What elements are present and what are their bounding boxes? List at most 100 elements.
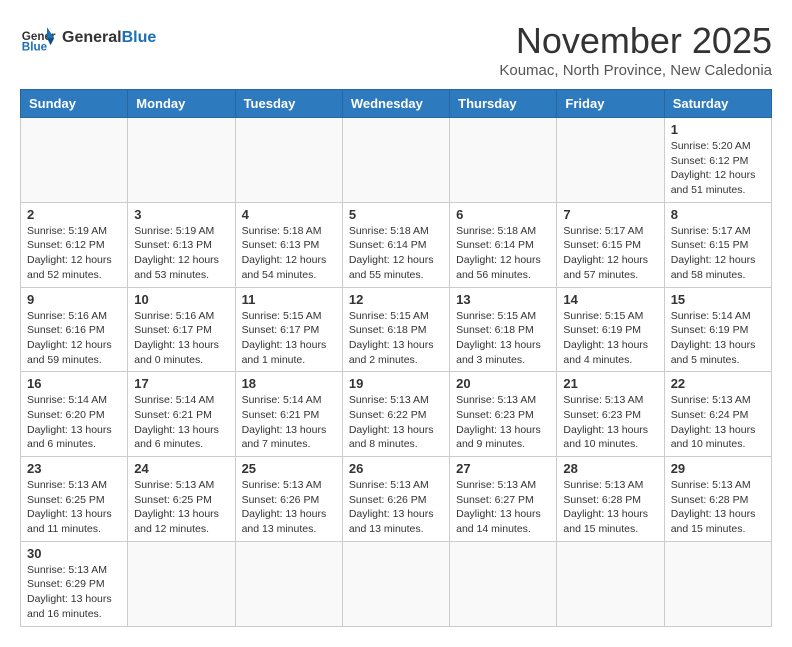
logo: General Blue GeneralBlue bbox=[20, 20, 156, 56]
day-number: 22 bbox=[671, 376, 765, 391]
day-number: 16 bbox=[27, 376, 121, 391]
calendar-cell: 13Sunrise: 5:15 AM Sunset: 6:18 PM Dayli… bbox=[450, 287, 557, 372]
weekday-header: Monday bbox=[128, 90, 235, 118]
day-number: 28 bbox=[563, 461, 657, 476]
calendar-cell bbox=[557, 541, 664, 626]
day-info: Sunrise: 5:16 AM Sunset: 6:16 PM Dayligh… bbox=[27, 309, 121, 368]
calendar-cell bbox=[342, 541, 449, 626]
day-number: 29 bbox=[671, 461, 765, 476]
calendar-cell: 27 Sunrise: 5:13 AM Sunset: 6:27 PM Dayli… bbox=[450, 457, 557, 542]
calendar-cell: 3 Sunrise: 5:19 AM Sunset: 6:13 PM Daylig… bbox=[128, 202, 235, 287]
day-info: Sunrise: 5:15 AM Sunset: 6:19 PM Dayligh… bbox=[563, 309, 657, 368]
calendar-cell: 8Sunrise: 5:17 AM Sunset: 6:15 PM Daylig… bbox=[664, 202, 771, 287]
day-number: 14 bbox=[563, 292, 657, 307]
calendar-cell: 7 Sunrise: 5:17 AM Sunset: 6:15 PM Daylig… bbox=[557, 202, 664, 287]
day-number: 15 bbox=[671, 292, 765, 307]
calendar-cell bbox=[128, 118, 235, 203]
calendar-cell: 9Sunrise: 5:16 AM Sunset: 6:16 PM Daylig… bbox=[21, 287, 128, 372]
day-info: Sunrise: 5:13 AM Sunset: 6:27 PM Dayligh… bbox=[456, 478, 550, 537]
day-number: 6 bbox=[456, 207, 550, 222]
day-number: 2 bbox=[27, 207, 121, 222]
calendar-cell: 2 Sunrise: 5:19 AM Sunset: 6:12 PM Daylig… bbox=[21, 202, 128, 287]
day-info: Sunrise: 5:17 AM Sunset: 6:15 PM Dayligh… bbox=[563, 224, 657, 283]
day-number: 30 bbox=[27, 546, 121, 561]
calendar-cell: 4Sunrise: 5:18 AM Sunset: 6:13 PM Daylig… bbox=[235, 202, 342, 287]
day-info: Sunrise: 5:13 AM Sunset: 6:28 PM Dayligh… bbox=[671, 478, 765, 537]
day-number: 27 bbox=[456, 461, 550, 476]
day-info: Sunrise: 5:16 AM Sunset: 6:17 PM Dayligh… bbox=[134, 309, 228, 368]
day-info: Sunrise: 5:13 AM Sunset: 6:24 PM Dayligh… bbox=[671, 393, 765, 452]
day-number: 13 bbox=[456, 292, 550, 307]
calendar-cell: 12 Sunrise: 5:15 AM Sunset: 6:18 PM Dayli… bbox=[342, 287, 449, 372]
calendar-cell: 1 Sunrise: 5:20 AM Sunset: 6:12 PM Daylig… bbox=[664, 118, 771, 203]
calendar-cell: 29 Sunrise: 5:13 AM Sunset: 6:28 PM Dayli… bbox=[664, 457, 771, 542]
calendar-cell bbox=[450, 118, 557, 203]
day-number: 1 bbox=[671, 122, 765, 137]
day-info: Sunrise: 5:13 AM Sunset: 6:25 PM Dayligh… bbox=[27, 478, 121, 537]
day-number: 5 bbox=[349, 207, 443, 222]
location: Koumac, North Province, New Caledonia bbox=[499, 62, 772, 79]
day-info: Sunrise: 5:18 AM Sunset: 6:14 PM Dayligh… bbox=[456, 224, 550, 283]
svg-text:Blue: Blue bbox=[22, 41, 48, 54]
day-number: 23 bbox=[27, 461, 121, 476]
logo-text: GeneralBlue bbox=[62, 29, 156, 47]
month-title: November 2025 bbox=[499, 20, 772, 62]
logo-icon: General Blue bbox=[20, 20, 56, 56]
weekday-header: Wednesday bbox=[342, 90, 449, 118]
calendar-cell bbox=[342, 118, 449, 203]
weekday-header: Saturday bbox=[664, 90, 771, 118]
calendar-cell: 14 Sunrise: 5:15 AM Sunset: 6:19 PM Dayli… bbox=[557, 287, 664, 372]
calendar-cell bbox=[450, 541, 557, 626]
calendar-week-row: 2 Sunrise: 5:19 AM Sunset: 6:12 PM Daylig… bbox=[21, 202, 772, 287]
calendar-cell: 22 Sunrise: 5:13 AM Sunset: 6:24 PM Dayli… bbox=[664, 372, 771, 457]
calendar-cell: 30 Sunrise: 5:13 AM Sunset: 6:29 PM Dayli… bbox=[21, 541, 128, 626]
day-info: Sunrise: 5:15 AM Sunset: 6:18 PM Dayligh… bbox=[349, 309, 443, 368]
day-number: 4 bbox=[242, 207, 336, 222]
day-number: 26 bbox=[349, 461, 443, 476]
day-info: Sunrise: 5:14 AM Sunset: 6:21 PM Dayligh… bbox=[242, 393, 336, 452]
day-info: Sunrise: 5:20 AM Sunset: 6:12 PM Dayligh… bbox=[671, 139, 765, 198]
calendar-cell: 28Sunrise: 5:13 AM Sunset: 6:28 PM Dayli… bbox=[557, 457, 664, 542]
calendar-table: SundayMondayTuesdayWednesdayThursdayFrid… bbox=[20, 89, 772, 627]
calendar-cell: 17Sunrise: 5:14 AM Sunset: 6:21 PM Dayli… bbox=[128, 372, 235, 457]
calendar-cell: 5Sunrise: 5:18 AM Sunset: 6:14 PM Daylig… bbox=[342, 202, 449, 287]
calendar-cell: 25Sunrise: 5:13 AM Sunset: 6:26 PM Dayli… bbox=[235, 457, 342, 542]
day-info: Sunrise: 5:14 AM Sunset: 6:21 PM Dayligh… bbox=[134, 393, 228, 452]
calendar-cell: 26Sunrise: 5:13 AM Sunset: 6:26 PM Dayli… bbox=[342, 457, 449, 542]
calendar-cell bbox=[128, 541, 235, 626]
weekday-header: Sunday bbox=[21, 90, 128, 118]
calendar-cell bbox=[557, 118, 664, 203]
calendar-week-row: 23 Sunrise: 5:13 AM Sunset: 6:25 PM Dayli… bbox=[21, 457, 772, 542]
calendar-week-row: 16Sunrise: 5:14 AM Sunset: 6:20 PM Dayli… bbox=[21, 372, 772, 457]
weekday-header: Friday bbox=[557, 90, 664, 118]
calendar-header-row: SundayMondayTuesdayWednesdayThursdayFrid… bbox=[21, 90, 772, 118]
day-info: Sunrise: 5:19 AM Sunset: 6:13 PM Dayligh… bbox=[134, 224, 228, 283]
calendar-cell: 6 Sunrise: 5:18 AM Sunset: 6:14 PM Daylig… bbox=[450, 202, 557, 287]
calendar-cell: 24Sunrise: 5:13 AM Sunset: 6:25 PM Dayli… bbox=[128, 457, 235, 542]
calendar-week-row: 9Sunrise: 5:16 AM Sunset: 6:16 PM Daylig… bbox=[21, 287, 772, 372]
calendar-week-row: 30 Sunrise: 5:13 AM Sunset: 6:29 PM Dayli… bbox=[21, 541, 772, 626]
day-info: Sunrise: 5:15 AM Sunset: 6:17 PM Dayligh… bbox=[242, 309, 336, 368]
day-number: 12 bbox=[349, 292, 443, 307]
calendar-week-row: 1 Sunrise: 5:20 AM Sunset: 6:12 PM Daylig… bbox=[21, 118, 772, 203]
calendar-cell bbox=[664, 541, 771, 626]
day-number: 19 bbox=[349, 376, 443, 391]
day-number: 21 bbox=[563, 376, 657, 391]
day-info: Sunrise: 5:19 AM Sunset: 6:12 PM Dayligh… bbox=[27, 224, 121, 283]
weekday-header: Thursday bbox=[450, 90, 557, 118]
day-number: 7 bbox=[563, 207, 657, 222]
calendar-cell: 20Sunrise: 5:13 AM Sunset: 6:23 PM Dayli… bbox=[450, 372, 557, 457]
day-number: 3 bbox=[134, 207, 228, 222]
day-info: Sunrise: 5:13 AM Sunset: 6:26 PM Dayligh… bbox=[242, 478, 336, 537]
day-info: Sunrise: 5:13 AM Sunset: 6:23 PM Dayligh… bbox=[456, 393, 550, 452]
calendar-cell: 15 Sunrise: 5:14 AM Sunset: 6:19 PM Dayli… bbox=[664, 287, 771, 372]
calendar-cell bbox=[235, 541, 342, 626]
calendar-cell: 21Sunrise: 5:13 AM Sunset: 6:23 PM Dayli… bbox=[557, 372, 664, 457]
weekday-header: Tuesday bbox=[235, 90, 342, 118]
day-info: Sunrise: 5:14 AM Sunset: 6:19 PM Dayligh… bbox=[671, 309, 765, 368]
day-number: 8 bbox=[671, 207, 765, 222]
calendar-cell bbox=[235, 118, 342, 203]
day-number: 24 bbox=[134, 461, 228, 476]
day-info: Sunrise: 5:13 AM Sunset: 6:29 PM Dayligh… bbox=[27, 563, 121, 622]
calendar-cell: 11Sunrise: 5:15 AM Sunset: 6:17 PM Dayli… bbox=[235, 287, 342, 372]
